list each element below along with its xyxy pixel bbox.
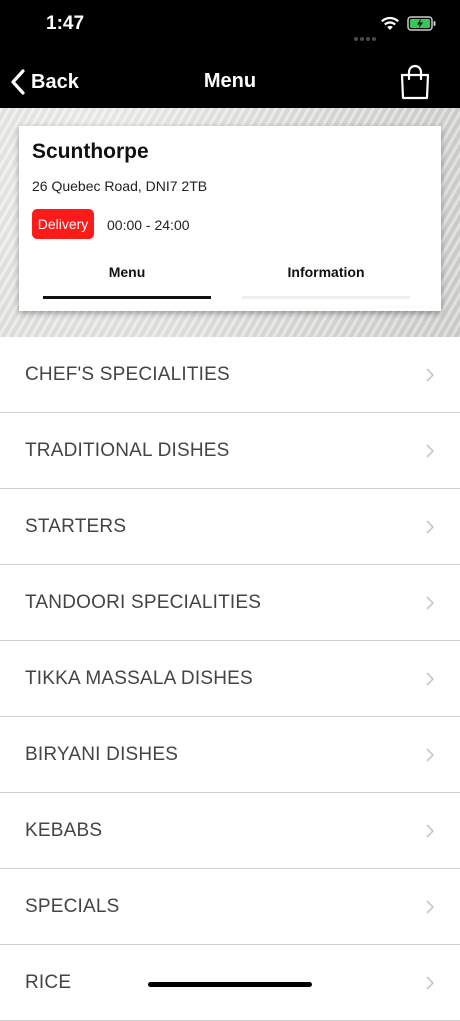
menu-category-label: TRADITIONAL DISHES (25, 440, 230, 461)
chevron-right-icon (426, 672, 434, 686)
menu-category-label: SPECIALS (25, 896, 120, 917)
page-title: Menu (203, 70, 257, 92)
menu-category-row[interactable]: CHEF'S SPECIALITIES (0, 337, 460, 413)
menu-category-label: STARTERS (25, 516, 127, 537)
menu-category-row[interactable]: KEBABS (0, 793, 460, 869)
signal-icon (354, 28, 378, 46)
shopping-bag-icon[interactable] (399, 64, 431, 100)
delivery-badge: Delivery (32, 209, 94, 239)
menu-category-label: BIRYANI DISHES (25, 744, 179, 765)
menu-category-list: CHEF'S SPECIALITIES TRADITIONAL DISHES S… (0, 337, 460, 1021)
store-address: 26 Quebec Road, DNI7 2TB (32, 178, 208, 194)
chevron-right-icon (426, 444, 434, 458)
menu-category-row[interactable]: SPECIALS (0, 869, 460, 945)
chevron-right-icon (426, 520, 434, 534)
menu-category-row[interactable]: TANDOORI SPECIALITIES (0, 565, 460, 641)
menu-category-label: TANDOORI SPECIALITIES (25, 592, 262, 613)
tab-menu[interactable]: Menu (43, 264, 211, 280)
battery-icon (407, 16, 436, 31)
store-name: Scunthorpe (32, 140, 149, 163)
tab-menu-indicator (43, 296, 211, 299)
chevron-right-icon (426, 596, 434, 610)
menu-category-label: CHEF'S SPECIALITIES (25, 364, 230, 385)
status-time: 1:47 (46, 13, 85, 34)
chevron-right-icon (426, 748, 434, 762)
store-card: Scunthorpe 26 Quebec Road, DNI7 2TB Deli… (19, 126, 441, 311)
chevron-right-icon (426, 824, 434, 838)
tab-information-indicator (242, 296, 410, 299)
menu-category-label: KEBABS (25, 820, 103, 841)
menu-category-row[interactable]: TRADITIONAL DISHES (0, 413, 460, 489)
chevron-right-icon (426, 900, 434, 914)
chevron-right-icon (426, 976, 434, 990)
menu-category-row[interactable]: STARTERS (0, 489, 460, 565)
top-bar: 1:47 Back Menu (0, 0, 460, 108)
menu-category-row[interactable]: BIRYANI DISHES (0, 717, 460, 793)
tab-information[interactable]: Information (242, 264, 410, 280)
menu-category-row[interactable]: TIKKA MASSALA DISHES (0, 641, 460, 717)
wifi-icon (381, 16, 399, 30)
menu-category-label: TIKKA MASSALA DISHES (25, 668, 253, 689)
menu-category-label: RICE (25, 972, 72, 993)
home-indicator (148, 982, 312, 987)
opening-hours: 00:00 - 24:00 (107, 217, 190, 233)
chevron-right-icon (426, 368, 434, 382)
